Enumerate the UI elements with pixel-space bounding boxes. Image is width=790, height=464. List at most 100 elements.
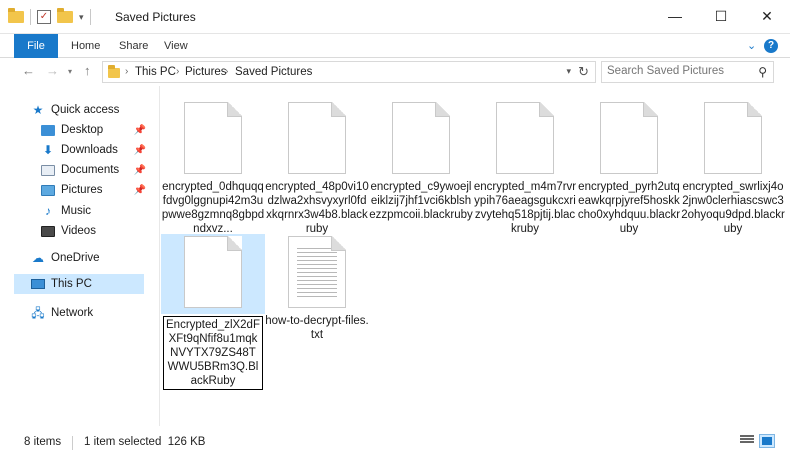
sidebar-item-videos[interactable]: Videos — [40, 221, 96, 241]
back-arrow-icon[interactable]: ← — [22, 63, 35, 78]
downloads-icon: ⬇ — [42, 143, 54, 157]
sidebar-item-pictures[interactable]: Pictures 📌 — [40, 180, 160, 200]
file-name: how-to-decrypt-files.txt — [265, 315, 369, 341]
refresh-icon[interactable]: ↻ — [578, 64, 589, 80]
sidebar-item-downloads[interactable]: ⬇ Downloads 📌 — [40, 140, 160, 160]
pin-icon[interactable]: 📌 — [134, 181, 146, 201]
search-input[interactable] — [607, 65, 747, 77]
status-bar: 8 items 1 item selected 126 KB — [0, 428, 790, 464]
breadcrumb-saved-pictures[interactable]: Saved Pictures — [235, 66, 312, 78]
sidebar-item-label: This PC — [51, 278, 92, 290]
search-box[interactable]: ⚲ — [601, 61, 774, 83]
sidebar-item-label: Videos — [61, 225, 96, 237]
tab-view[interactable]: View — [164, 34, 188, 58]
file-item[interactable]: how-to-decrypt-files.txt — [265, 234, 369, 342]
tab-share[interactable]: Share — [119, 34, 148, 58]
file-name: encrypted_48p0vi10dzlwa2xhsvyxyrl0fdxkqr… — [265, 181, 369, 235]
tab-home[interactable]: Home — [71, 34, 100, 58]
sidebar-item-label: Documents — [61, 164, 120, 176]
sidebar-item-this-pc[interactable]: This PC — [14, 274, 144, 294]
properties-icon[interactable]: ✓ — [37, 10, 51, 24]
star-icon: ★ — [32, 103, 44, 117]
selection-info: 1 item selected 126 KB — [84, 436, 206, 448]
navigation-pane: ★ Quick access Desktop 📌 ⬇ Downloads 📌 D… — [0, 86, 160, 426]
breadcrumb-separator-icon[interactable]: › — [125, 66, 128, 77]
music-icon: ♪ — [45, 204, 51, 218]
document-icon — [184, 236, 242, 308]
computer-icon — [30, 276, 46, 292]
sidebar-item-label: Downloads — [61, 144, 118, 156]
sidebar-item-label: Desktop — [61, 124, 104, 136]
sidebar-item-music[interactable]: ♪ Music — [40, 201, 91, 221]
address-dropdown-icon[interactable]: ▾ — [566, 66, 571, 77]
expand-ribbon-icon[interactable]: ⌄ — [747, 39, 756, 52]
up-arrow-icon[interactable]: ↑ — [84, 63, 91, 78]
desktop-icon — [40, 122, 56, 138]
file-name: encrypted_pyrh2utqeawkqrpjyref5hoskkcho0… — [577, 181, 681, 235]
sidebar-item-label: Pictures — [61, 184, 103, 196]
tab-file[interactable]: File — [14, 34, 58, 58]
file-item[interactable]: encrypted_m4m7rvrypih76aeagsgukcxrizvyte… — [473, 94, 577, 236]
recent-locations-icon[interactable]: ▾ — [68, 67, 72, 76]
document-icon — [600, 102, 658, 174]
sidebar-item-onedrive[interactable]: ☁ OneDrive — [30, 248, 100, 268]
file-name: encrypted_0dhquqqfdvg0lggnupi42m3upwwe8g… — [161, 181, 265, 235]
ribbon-tabs: File Home Share View ⌄ ? — [0, 34, 790, 58]
file-item[interactable]: encrypted_swrlixj4o2jnw0clerhiascswc32oh… — [681, 94, 785, 236]
breadcrumb-this-pc[interactable]: This PC — [135, 66, 176, 78]
cloud-icon: ☁ — [32, 251, 44, 265]
pin-icon[interactable]: 📌 — [134, 161, 146, 181]
divider — [89, 9, 91, 25]
pin-icon[interactable]: 📌 — [134, 121, 146, 141]
file-item[interactable]: encrypted_48p0vi10dzlwa2xhsvyxyrl0fdxkqr… — [265, 94, 369, 236]
document-icon — [288, 102, 346, 174]
new-folder-icon[interactable] — [57, 8, 73, 23]
sidebar-item-label: Music — [61, 205, 92, 217]
file-item[interactable]: encrypted_c9ywoejleiklzij7jhf1vci6kblshe… — [369, 94, 473, 222]
folder-icon — [8, 8, 24, 23]
document-icon — [704, 102, 762, 174]
divider — [72, 436, 73, 450]
file-name-rename-field[interactable]: Encrypted_zlX2dFXFt9qNfif8u1mqkNVYTX79ZS… — [163, 316, 263, 390]
file-list: encrypted_0dhquqqfdvg0lggnupi42m3upwwe8g… — [161, 86, 790, 426]
sidebar-item-desktop[interactable]: Desktop 📌 — [40, 120, 160, 140]
customize-toolbar-icon[interactable]: ▾ — [79, 12, 84, 23]
item-count: 8 items — [24, 436, 62, 448]
maximize-button[interactable]: ☐ — [698, 0, 744, 34]
address-bar-row: ← → ▾ ↑ › This PC › Pictures › Saved Pic… — [0, 59, 790, 85]
quick-access-toolbar: ✓ ▾ — [8, 8, 91, 25]
file-item[interactable]: encrypted_pyrh2utqeawkqrpjyref5hoskkcho0… — [577, 94, 681, 236]
breadcrumb-pictures[interactable]: Pictures — [185, 66, 227, 78]
file-name: encrypted_m4m7rvrypih76aeagsgukcxrizvyte… — [473, 181, 577, 235]
document-icon — [392, 102, 450, 174]
sidebar-item-label: Network — [51, 307, 94, 319]
sidebar-item-documents[interactable]: Documents 📌 — [40, 160, 160, 180]
divider — [30, 9, 31, 25]
folder-icon — [108, 65, 120, 78]
pin-icon[interactable]: 📌 — [134, 141, 146, 161]
documents-icon — [40, 162, 56, 178]
minimize-button[interactable]: — — [652, 0, 698, 34]
text-document-icon — [288, 236, 346, 308]
breadcrumb-separator-icon[interactable]: › — [225, 66, 228, 77]
address-bar[interactable]: › This PC › Pictures › Saved Pictures ▾ … — [102, 61, 596, 83]
file-item-selected[interactable]: Encrypted_zlX2dFXFt9qNfif8u1mqkNVYTX79ZS… — [161, 234, 265, 390]
videos-icon — [40, 223, 56, 239]
network-icon: 🖧 — [31, 306, 45, 320]
forward-arrow-icon[interactable]: → — [46, 63, 59, 78]
close-button[interactable]: ✕ — [744, 0, 790, 34]
details-view-icon[interactable] — [740, 434, 756, 448]
pictures-icon — [40, 182, 56, 198]
file-item[interactable]: encrypted_0dhquqqfdvg0lggnupi42m3upwwe8g… — [161, 94, 265, 236]
large-icons-view-icon[interactable] — [759, 434, 775, 448]
search-icon[interactable]: ⚲ — [758, 65, 767, 79]
file-name: encrypted_c9ywoejleiklzij7jhf1vci6kblshe… — [369, 181, 473, 221]
breadcrumb-separator-icon[interactable]: › — [176, 66, 179, 77]
document-icon — [184, 102, 242, 174]
file-name: encrypted_swrlixj4o2jnw0clerhiascswc32oh… — [681, 181, 785, 235]
sidebar-item-network[interactable]: 🖧 Network — [30, 303, 93, 323]
sidebar-item-label: OneDrive — [51, 252, 100, 264]
help-icon[interactable]: ? — [764, 39, 778, 53]
sidebar-item-quick-access[interactable]: ★ Quick access — [30, 100, 120, 120]
document-icon — [496, 102, 554, 174]
